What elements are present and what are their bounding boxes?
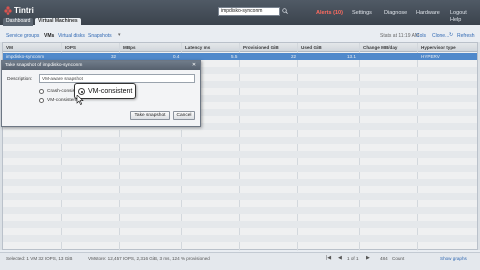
next-page-icon[interactable]: ▶ [366, 255, 370, 261]
status-bar [0, 252, 480, 270]
row-count-label: Count [392, 256, 405, 261]
cancel-button[interactable]: Cancel [173, 111, 195, 120]
prev-page-icon[interactable]: ◀ [338, 255, 342, 261]
diagnose-link[interactable]: Diagnose [384, 10, 407, 16]
columns-link[interactable]: Cols [416, 33, 426, 39]
vm-consistent-radio-zoomed[interactable] [78, 88, 85, 95]
callout-label: VM-consistent [88, 88, 133, 95]
search-icon[interactable] [282, 8, 288, 14]
vm-consistent-label: VM-consistent [47, 98, 78, 103]
radio-selected-dot [80, 90, 83, 93]
take-snapshot-button[interactable]: Take snapshot [130, 111, 170, 120]
crash-consistent-radio[interactable] [39, 89, 44, 94]
link-virtual-disks[interactable]: Virtual disks [58, 33, 85, 39]
brand-name: Tintri [14, 6, 34, 15]
tab-dashboard[interactable]: Dashboard [3, 18, 34, 26]
link-service-groups[interactable]: Service groups [6, 33, 39, 39]
settings-link[interactable]: Settings [352, 10, 372, 16]
description-label: Description: [7, 77, 33, 82]
hardware-link[interactable]: Hardware [416, 10, 440, 16]
vm-consistent-radio[interactable] [39, 98, 44, 103]
selected-summary: Selected: 1 VM 32 IOPS, 13 GiB [6, 256, 73, 261]
show-graphs-link[interactable]: Show graphs [440, 256, 467, 261]
dialog-title: Take snapshot of impdisko-synconm [2, 61, 200, 70]
close-icon[interactable]: ✕ [190, 62, 198, 69]
filter-icon[interactable]: ▾ [118, 32, 121, 38]
search-input[interactable]: impdisko-synconm [218, 7, 280, 16]
alerts-link[interactable]: Alerts (10) [316, 10, 343, 16]
row-count: 484 [380, 256, 388, 261]
link-vms[interactable]: VMs [44, 33, 54, 39]
page-indicator: 1 of 1 [347, 256, 359, 261]
stats-timestamp: Stats at 11:19 AM [380, 33, 420, 39]
mouse-pointer-icon [76, 95, 84, 105]
tab-virtual-machines[interactable]: Virtual Machines [35, 18, 81, 26]
logout-link[interactable]: Logout [450, 10, 467, 16]
refresh-link[interactable]: Refresh [457, 33, 475, 39]
vmstore-summary: VMstore: 12,457 IOPS, 2,316 GiB, 3 ms, 1… [88, 256, 210, 261]
tintri-logo-icon [4, 6, 12, 15]
first-page-icon[interactable]: |◀ [326, 255, 331, 261]
link-snapshots[interactable]: Snapshots [88, 33, 112, 39]
help-link[interactable]: Help [450, 17, 461, 23]
clone-link[interactable]: Clone... [432, 33, 449, 39]
refresh-icon[interactable]: ↻ [449, 32, 453, 38]
description-input[interactable]: VM-aware snapshot [39, 74, 195, 83]
